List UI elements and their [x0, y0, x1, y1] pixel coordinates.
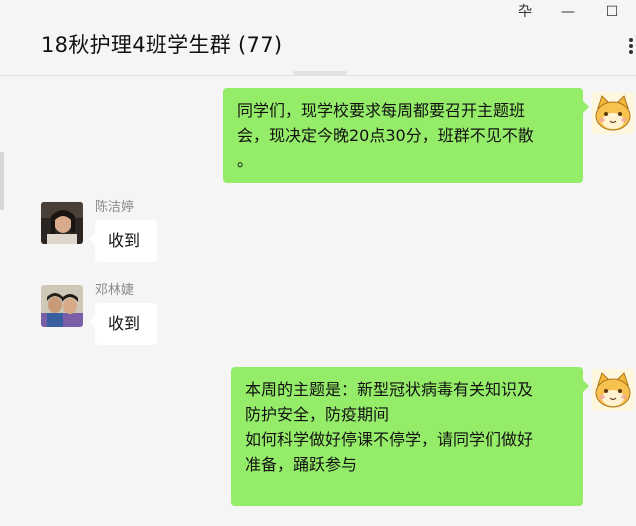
chat-title[interactable]: 18秋护理4班学生群 (77) [41, 29, 282, 59]
message-bubble-outgoing[interactable]: 同学们，现学校要求每周都要召开主题班 会，现决定今晚20点30分，班群不见不散 … [223, 88, 589, 183]
sender-name: 邓林婕 [95, 283, 135, 298]
scroll-indicator [293, 71, 347, 75]
message-bubble-incoming[interactable]: 收到 [89, 303, 157, 345]
message-line: 准备，踊跃参与 [245, 455, 358, 474]
cat-avatar-icon [592, 369, 634, 411]
message-text: 收到 [108, 314, 141, 333]
message-bubble-incoming[interactable]: 收到 [89, 220, 157, 262]
minimize-button[interactable]: — [556, 2, 580, 22]
sender-name: 陈洁婷 [95, 200, 135, 215]
avatar-sender[interactable] [41, 202, 83, 244]
message-line: 防护安全，防疫期间 [245, 405, 390, 424]
avatar-sender[interactable] [41, 285, 83, 327]
more-options-icon[interactable] [620, 36, 636, 54]
pin-icon[interactable]: 卆 [513, 2, 537, 22]
side-strip [0, 152, 4, 210]
message-line: 同学们，现学校要求每周都要召开主题班 [237, 101, 526, 120]
chat-header: 18秋护理4班学生群 (77) 卆 — ☐ [0, 0, 636, 76]
message-bubble-outgoing[interactable]: 本周的主题是：新型冠状病毒有关知识及 防护安全，防疫期间 如何科学做好停课不停学… [231, 367, 589, 506]
message-line: 如何科学做好停课不停学，请同学们做好 [245, 430, 534, 449]
message-line: 会，现决定今晚20点30分，班群不见不散 [237, 126, 534, 145]
maximize-button[interactable]: ☐ [600, 2, 624, 22]
avatar-self[interactable] [592, 92, 634, 134]
avatar-self[interactable] [592, 369, 634, 411]
message-line: 本周的主题是：新型冠状病毒有关知识及 [245, 380, 534, 399]
message-text: 收到 [108, 231, 141, 250]
cat-avatar-icon [592, 92, 634, 134]
message-line: 。 [237, 151, 254, 170]
